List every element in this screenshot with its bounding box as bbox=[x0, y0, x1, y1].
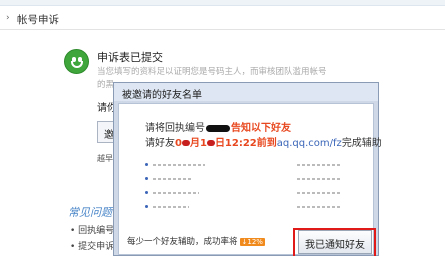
friend-row bbox=[145, 188, 345, 198]
success-rate-note: 每少一个好友辅助，成功率将 ↓12% bbox=[127, 237, 265, 247]
redaction-mark bbox=[206, 140, 215, 146]
chevron-right-icon: › bbox=[6, 13, 10, 23]
friend-row bbox=[145, 174, 345, 184]
dialog-titlebar[interactable]: 被邀请的好友名单 bbox=[114, 83, 378, 101]
instruction-line-2: 请好友0 月1 日12:22前到aq.qq.com/fz完成辅助 bbox=[145, 138, 382, 149]
success-smile-icon bbox=[64, 49, 89, 74]
redaction-mark bbox=[206, 124, 230, 132]
redaction-mark bbox=[181, 140, 190, 146]
faq-title: 常见问题 bbox=[68, 206, 112, 219]
instruction-line-1: 请将回执编号 告知以下好友 bbox=[145, 123, 291, 134]
faq-item[interactable]: • 回执编号 bbox=[70, 223, 114, 236]
dialog-title: 被邀请的好友名单 bbox=[122, 90, 202, 101]
assist-link[interactable]: aq.qq.com/fz bbox=[277, 138, 342, 149]
faq-item[interactable]: • 提交申诉 bbox=[70, 239, 114, 252]
top-strip bbox=[0, 0, 445, 6]
rate-drop-badge: ↓12% bbox=[239, 238, 265, 246]
status-heading: 申诉表已提交 bbox=[97, 51, 163, 64]
annotation-highlight-box bbox=[293, 228, 376, 256]
page-title: 帐号申诉 bbox=[17, 14, 59, 26]
status-description-2: 的黑 bbox=[97, 80, 115, 90]
breadcrumb: › 帐号申诉 bbox=[0, 8, 445, 30]
status-description: 当您填写的资料足以证明您是号码主人，而审核团队滥用帐号 bbox=[97, 67, 327, 77]
friend-row bbox=[145, 202, 345, 212]
friend-row bbox=[145, 160, 345, 170]
